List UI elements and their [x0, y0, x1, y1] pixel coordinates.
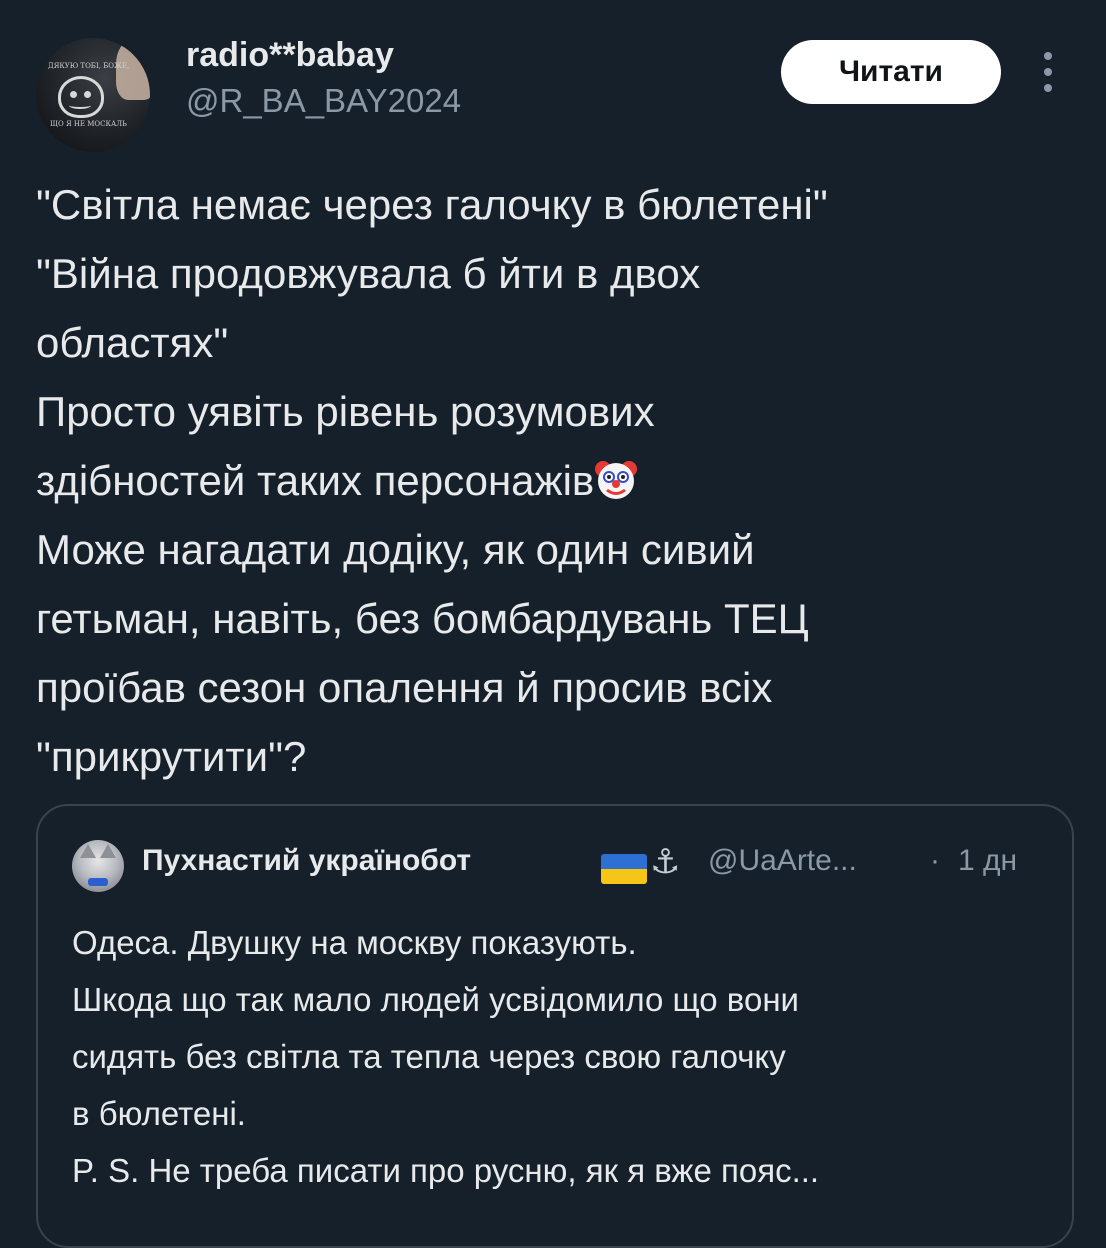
author-avatar[interactable]: ДЯКУЮ ТОБІ, БОЖЕ, ЩО Я НЕ МОСКАЛЬ [36, 38, 150, 152]
flag-yellow-stripe [601, 869, 647, 884]
tweet-text-line: "прикрутити"? [36, 733, 307, 780]
cat-bowtie [88, 878, 108, 886]
more-dot [1044, 84, 1052, 92]
quoted-author-avatar[interactable] [72, 840, 124, 892]
avatar-eye-right [84, 91, 91, 98]
tweet-text-line: Просто уявіть рівень розумових [36, 388, 655, 435]
avatar-hand [116, 40, 150, 100]
tweet-text-line-with-emoji: здібностей таких персонажів [36, 446, 1076, 515]
cat-ear-left [80, 844, 96, 858]
cat-ear-right [100, 844, 116, 858]
tweet-text: "Світла немає через галочку в бюлетені" … [36, 170, 1076, 791]
avatar-caption-top: ДЯКУЮ ТОБІ, БОЖЕ, [48, 62, 130, 70]
tweet-text-fragment: здібностей таких персонажів [36, 457, 595, 504]
author-handle[interactable]: @R_BA_BAY2024 [186, 82, 461, 120]
avatar-mouth [69, 102, 91, 109]
quoted-tweet-text: Одеса. Двушку на москву показують. Шкода… [72, 914, 1062, 1199]
tweet-text-line: "Світла немає через галочку в бюлетені" [36, 181, 828, 228]
tweet-text-line: "Війна продовжувала б йти в двох [36, 250, 701, 297]
avatar-smiley-icon [58, 76, 104, 118]
tweet-text-line: проїбав сезон опалення й просив всіх [36, 664, 773, 711]
flag-blue-stripe [601, 854, 647, 869]
quoted-text-line: P. S. Не треба писати про русню, як я вж… [72, 1152, 820, 1189]
tweet-header: ДЯКУЮ ТОБІ, БОЖЕ, ЩО Я НЕ МОСКАЛЬ radio*… [36, 30, 1076, 152]
follow-button[interactable]: Читати [781, 40, 1001, 104]
quoted-author-handle[interactable]: @UaArte... [708, 844, 857, 878]
tweet-text-line: областях" [36, 319, 229, 366]
clown-face-icon [594, 452, 638, 499]
author-display-name[interactable]: radio**babay [186, 36, 394, 75]
quoted-timestamp[interactable]: 1 дн [958, 844, 1017, 878]
quoted-text-line: Одеса. Двушку на москву показують. [72, 924, 637, 961]
meta-separator: · [930, 844, 940, 877]
quoted-tweet-card[interactable]: Пухнастий українобот ⚓ @UaArte... · 1 дн… [36, 804, 1074, 1248]
anchor-icon: ⚓ [650, 842, 681, 882]
more-vertical-icon[interactable] [1038, 48, 1058, 98]
quoted-text-line: в бюлетені. [72, 1095, 246, 1132]
avatar-eye-left [70, 91, 77, 98]
more-dot [1044, 52, 1052, 60]
ukraine-flag-icon [601, 854, 647, 884]
quoted-author-display-name[interactable]: Пухнастий українобот [142, 844, 471, 878]
more-dot [1044, 68, 1052, 76]
tweet-text-line: гетьман, навіть, без бомбардувань ТЕЦ [36, 595, 809, 642]
tweet-text-line: Може нагадати додіку, як один сивий [36, 526, 755, 573]
avatar-caption-bottom: ЩО Я НЕ МОСКАЛЬ [50, 120, 127, 128]
quoted-text-line: сидять без світла та тепла через свою га… [72, 1038, 786, 1075]
tweet: ДЯКУЮ ТОБІ, БОЖЕ, ЩО Я НЕ МОСКАЛЬ radio*… [0, 0, 1106, 1248]
quoted-text-line: Шкода що так мало людей усвідомило що во… [72, 981, 799, 1018]
